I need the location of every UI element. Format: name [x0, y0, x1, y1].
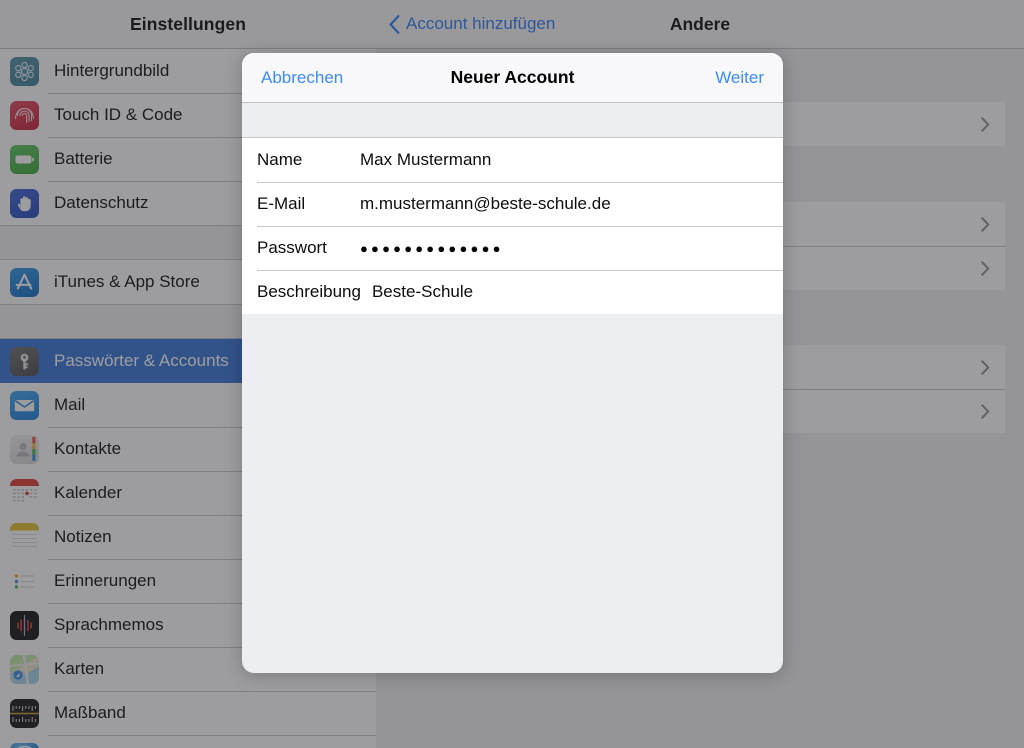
back-button[interactable]: Account hinzufügen — [389, 14, 555, 34]
password-field-value[interactable]: ●●●●●●●●●●●●● — [360, 241, 504, 256]
hand-icon — [10, 188, 39, 218]
form-field-label: Name — [257, 150, 303, 169]
detail-navbar: Account hinzufügen Andere — [376, 0, 1024, 49]
sidebar-item-label: Datenschutz — [54, 193, 149, 212]
chevron-right-icon — [981, 260, 990, 276]
form-row-e-mail[interactable]: E-Mail m.mustermann@beste-schule.de — [242, 182, 783, 226]
sidebar-item-label: Passwörter & Accounts — [54, 351, 229, 370]
form-field-label: E-Mail — [257, 194, 306, 213]
chevron-right-icon — [981, 116, 990, 132]
form-field-label: Beschreibung — [257, 282, 361, 301]
calendar-icon — [10, 478, 39, 508]
sidebar-item-label: Karten — [54, 659, 105, 678]
modal-navbar: Abbrechen Neuer Account Weiter — [242, 53, 783, 103]
reminders-icon — [10, 566, 39, 596]
sidebar-item-label: iTunes & App Store — [54, 272, 200, 291]
sidebar-header: Einstellungen — [0, 0, 376, 49]
notes-icon — [10, 522, 39, 552]
wallpaper-icon — [10, 56, 39, 86]
sidebar-item-label: Notizen — [54, 527, 112, 546]
form-field-value[interactable]: Max Mustermann — [360, 150, 491, 170]
modal-top-spacer — [242, 103, 783, 138]
form-field-value[interactable]: Beste-Schule — [372, 282, 473, 302]
battery-icon — [10, 144, 39, 174]
chevron-left-icon — [389, 14, 400, 34]
cancel-button[interactable]: Abbrechen — [261, 68, 343, 88]
sidebar-item-label: Mail — [54, 395, 86, 414]
app-store-icon — [10, 267, 39, 297]
sidebar-item-label: Kalender — [54, 483, 123, 502]
account-form: Name Max Mustermann E-Mail m.mustermann@bes… — [242, 138, 783, 314]
sidebar-item-safari[interactable]: Safari — [0, 735, 376, 748]
safari-compass-icon — [10, 742, 39, 748]
form-field-label: Passwort — [257, 238, 327, 257]
sidebar-item-label: Touch ID & Code — [54, 105, 183, 124]
form-row-beschreibung[interactable]: Beschreibung Beste-Schule — [242, 270, 783, 314]
sidebar-item-label: Hintergrundbild — [54, 61, 170, 80]
key-icon — [10, 346, 39, 376]
chevron-right-icon — [981, 216, 990, 232]
sidebar-item-label: Sprachmemos — [54, 615, 164, 634]
sidebar-title: Einstellungen — [129, 13, 247, 34]
sidebar-item-label: Erinnerungen — [54, 571, 157, 590]
fingerprint-icon — [10, 100, 39, 130]
measure-icon — [10, 698, 39, 728]
contacts-icon — [10, 434, 39, 464]
sidebar-item-label: Batterie — [54, 149, 113, 168]
sidebar-item-label: Kontakte — [54, 439, 122, 458]
new-account-modal: Abbrechen Neuer Account Weiter Name Max M… — [242, 53, 783, 673]
form-row-passwort[interactable]: Passwort ●●●●●●●●●●●●● — [242, 226, 783, 270]
back-button-label: Account hinzufügen — [406, 14, 556, 33]
chevron-right-icon — [981, 403, 990, 419]
ios-settings-screen: Einstellungen Hintergrundbild Touch ID &… — [0, 0, 1024, 748]
chevron-right-icon — [981, 359, 990, 375]
sidebar-item-label: Maßband — [54, 703, 126, 722]
maps-icon — [10, 654, 39, 684]
next-button[interactable]: Weiter — [715, 68, 764, 88]
sidebar-item-massband[interactable]: Maßband — [0, 691, 376, 735]
form-row-name[interactable]: Name Max Mustermann — [242, 138, 783, 182]
mail-envelope-icon — [10, 390, 39, 420]
voice-memos-icon — [10, 610, 39, 640]
form-field-value[interactable]: m.mustermann@beste-schule.de — [360, 194, 611, 214]
